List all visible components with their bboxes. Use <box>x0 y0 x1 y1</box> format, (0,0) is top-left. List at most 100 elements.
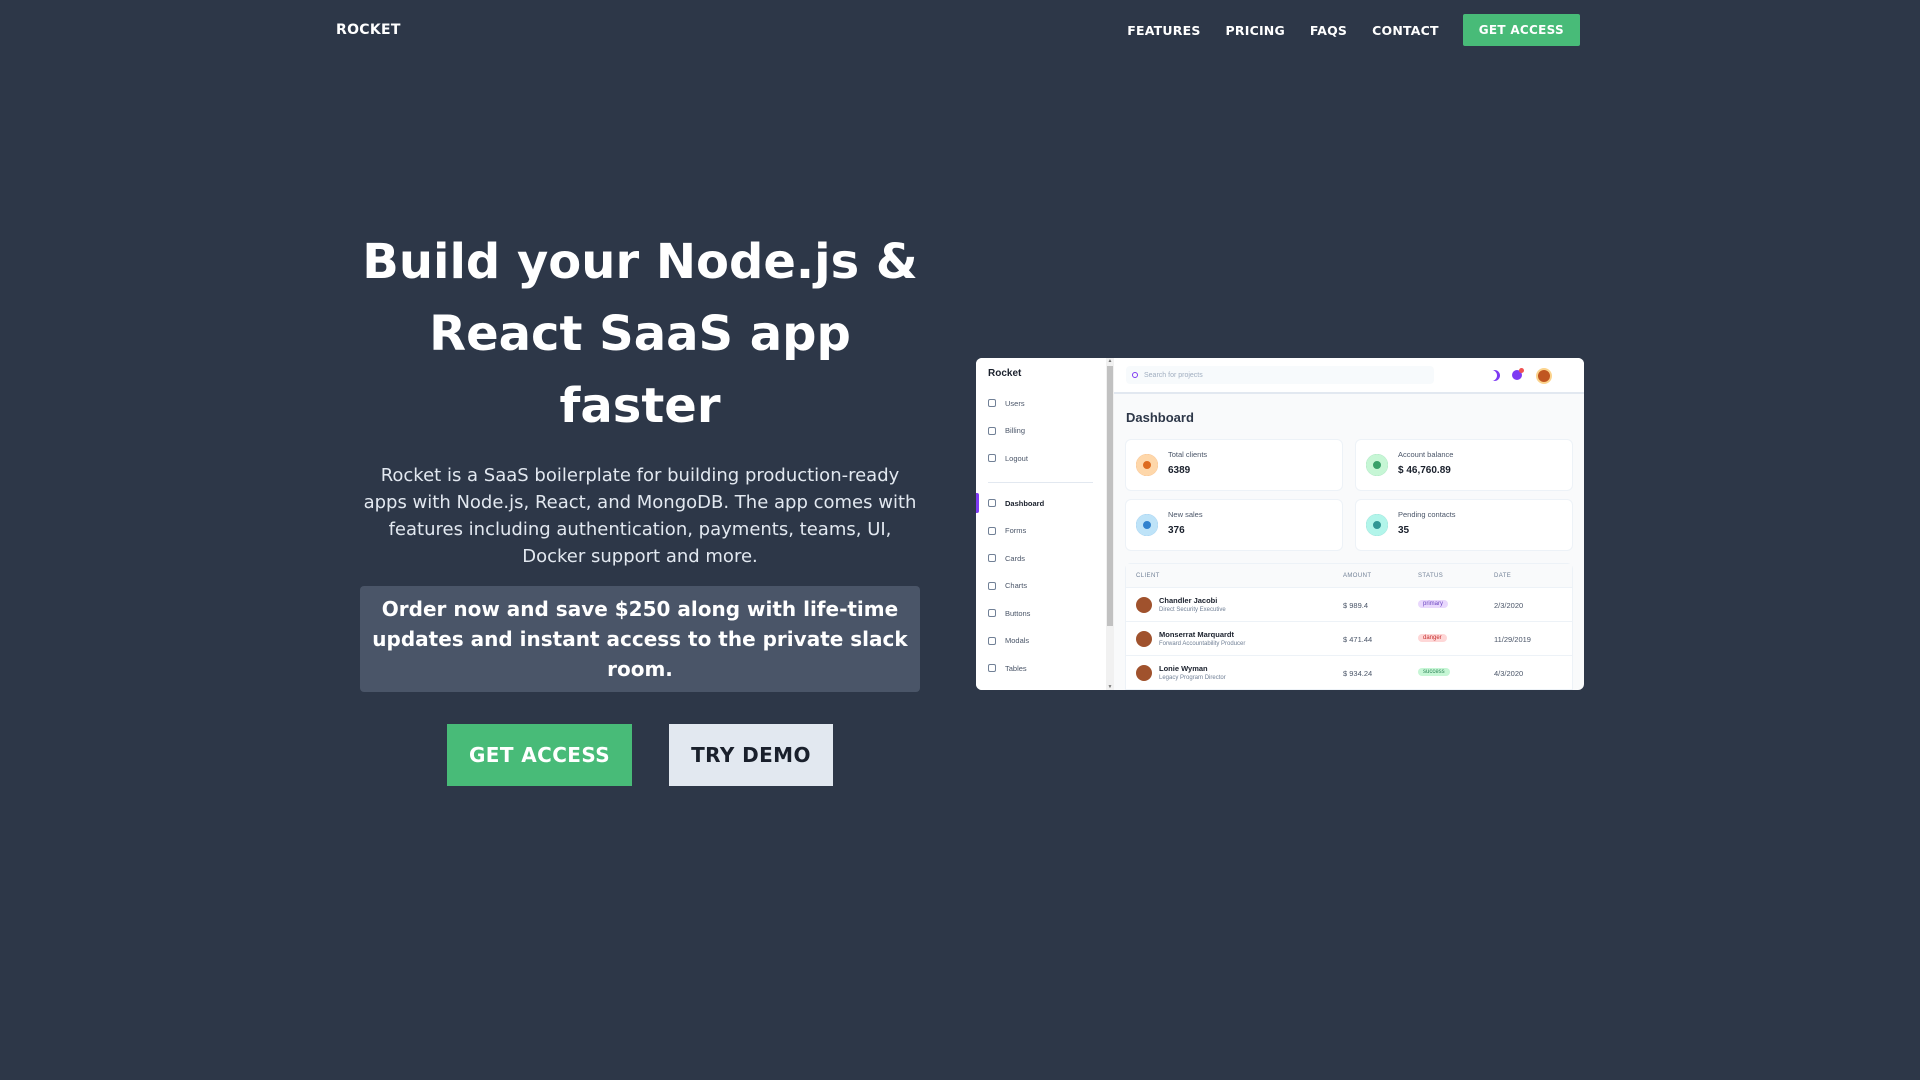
notification-dot <box>1519 368 1524 373</box>
promo-banner: Order now and save $250 along with life-… <box>360 586 920 692</box>
sidebar-item-label: Dashboard <box>1005 498 1045 508</box>
sidebar-item-label: Buttons <box>1005 608 1031 618</box>
hero-description: Rocket is a SaaS boilerplate for buildin… <box>363 465 917 567</box>
moon-icon <box>1489 370 1500 381</box>
client-job: Legacy Program Director <box>1159 675 1226 681</box>
sidebar-item-label: Users <box>1005 398 1025 408</box>
active-indicator <box>976 493 979 513</box>
amount: $ 989.4 <box>1343 601 1369 610</box>
sidebar-item-users[interactable]: Users <box>988 396 1025 410</box>
stat-card: Total clients 6389 <box>1126 440 1342 490</box>
users-icon <box>988 399 996 407</box>
stat-card: Pending contacts 35 <box>1356 500 1572 550</box>
preview-sidebar: Rocket Users Billing Logout Dashboard Forms C… <box>976 358 1106 690</box>
th-client: CLIENT <box>1136 573 1160 579</box>
status-badge: danger <box>1418 634 1447 642</box>
scroll-thumb <box>1107 366 1113 626</box>
try-demo-button[interactable]: TRY DEMO <box>669 724 833 786</box>
client-name: Monserrat Marquardt <box>1159 630 1235 639</box>
logout-icon <box>988 454 996 462</box>
stat-card-label: Total clients <box>1168 450 1208 459</box>
search-icon <box>1132 372 1138 378</box>
sidebar-item-label: Logout <box>1005 453 1028 463</box>
status-badge: primary <box>1418 600 1449 608</box>
sidebar-item-label: Billing <box>1005 426 1026 435</box>
preview-table: CLIENT AMOUNT STATUS DATE Chandler Jacob… <box>1126 564 1572 690</box>
buttons-icon <box>988 609 996 617</box>
hero-title-line-2: React SaaS app <box>429 306 851 362</box>
client-name: Lonie Wyman <box>1159 664 1208 673</box>
stat-card-value: $ 46,760.89 <box>1398 465 1451 476</box>
stat-card-value: 376 <box>1168 525 1185 536</box>
sidebar-item-charts[interactable]: Charts <box>988 579 1027 593</box>
table-row[interactable]: Lonie Wyman Legacy Program Director $ 934.… <box>1126 656 1572 690</box>
dashboard-preview: Rocket Users Billing Logout Dashboard Forms C… <box>976 358 1584 690</box>
status-badge: success <box>1418 668 1450 676</box>
preview-scrollbar: ▲ ▼ <box>1106 358 1114 690</box>
client-job: Direct Security Executive <box>1159 607 1226 613</box>
sidebar-item-logout[interactable]: Logout <box>988 451 1028 465</box>
chat-icon <box>1366 514 1388 536</box>
top-nav: ROCKET FEATURES PRICING FAQS CONTACT GET… <box>0 0 1920 62</box>
amount: $ 934.24 <box>1343 669 1373 678</box>
sidebar-item-modals[interactable]: Modals <box>988 634 1029 648</box>
th-amount: AMOUNT <box>1343 573 1372 579</box>
stat-card-label: Account balance <box>1398 450 1454 459</box>
sidebar-item-label: Forms <box>1005 526 1027 535</box>
get-access-button[interactable]: GET ACCESS <box>447 724 632 786</box>
sidebar-item-buttons[interactable]: Buttons <box>988 606 1030 620</box>
stat-card-value: 35 <box>1398 525 1410 536</box>
search-placeholder: Search for projects <box>1144 371 1203 379</box>
dashboard-icon <box>988 499 996 507</box>
hero-title: Build your Node.js & React SaaS app fast… <box>340 226 940 442</box>
nav-link-faqs[interactable]: FAQS <box>1310 23 1347 38</box>
stat-card-label: Pending contacts <box>1398 510 1456 519</box>
amount: $ 471.44 <box>1343 635 1373 644</box>
sidebar-item-label: Tables <box>1005 663 1027 673</box>
nav-link-features[interactable]: FEATURES <box>1127 23 1200 38</box>
sidebar-item-forms[interactable]: Forms <box>988 524 1026 538</box>
client-job: Forward Accountability Producer <box>1159 641 1246 647</box>
stat-card-value: 6389 <box>1168 465 1191 476</box>
users-icon <box>1136 454 1158 476</box>
sidebar-item-label: Cards <box>1005 553 1026 563</box>
nav-links: FEATURES PRICING FAQS CONTACT GET ACCESS <box>1102 14 1580 46</box>
th-date: DATE <box>1494 573 1512 579</box>
date: 11/29/2019 <box>1494 635 1531 644</box>
tables-icon <box>988 664 996 672</box>
stat-card: New sales 376 <box>1126 500 1342 550</box>
billing-icon <box>988 426 996 435</box>
client-avatar <box>1136 665 1152 681</box>
avatar <box>1536 368 1552 384</box>
modals-icon <box>988 636 996 645</box>
cart-icon <box>1136 514 1158 536</box>
table-row[interactable]: Monserrat Marquardt Forward Accountabilit… <box>1126 622 1572 656</box>
nav-get-access-button[interactable]: GET ACCESS <box>1462 14 1580 46</box>
forms-icon <box>988 526 996 535</box>
logo[interactable]: ROCKET <box>336 22 401 38</box>
sidebar-item-label: Charts <box>1005 581 1028 590</box>
preview-topbar: Search for projects <box>1114 358 1584 394</box>
stat-card-label: New sales <box>1168 510 1203 519</box>
table-row[interactable]: Chandler Jacobi Direct Security Executive… <box>1126 588 1572 622</box>
nav-link-contact[interactable]: CONTACT <box>1372 23 1439 38</box>
date: 4/3/2020 <box>1494 669 1524 678</box>
cards-icon <box>988 554 996 562</box>
sidebar-item-dashboard[interactable]: Dashboard <box>988 496 1044 510</box>
sidebar-item-cards[interactable]: Cards <box>988 551 1025 565</box>
scroll-down-icon: ▼ <box>1107 684 1113 690</box>
charts-icon <box>988 581 996 590</box>
preview-brand: Rocket <box>988 368 1022 379</box>
sidebar-item-tables[interactable]: Tables <box>988 661 1027 675</box>
hero-title-line-3: faster <box>559 378 721 434</box>
preview-page-title: Dashboard <box>1126 410 1194 425</box>
client-name: Chandler Jacobi <box>1159 596 1218 605</box>
stat-card: Account balance $ 46,760.89 <box>1356 440 1572 490</box>
sidebar-divider <box>988 482 1093 483</box>
nav-link-pricing[interactable]: PRICING <box>1226 23 1285 38</box>
scroll-up-icon: ▲ <box>1107 358 1113 364</box>
client-avatar <box>1136 631 1152 647</box>
sidebar-item-billing[interactable]: Billing <box>988 424 1025 438</box>
table-header: CLIENT AMOUNT STATUS DATE <box>1126 564 1572 588</box>
date: 2/3/2020 <box>1494 601 1524 610</box>
